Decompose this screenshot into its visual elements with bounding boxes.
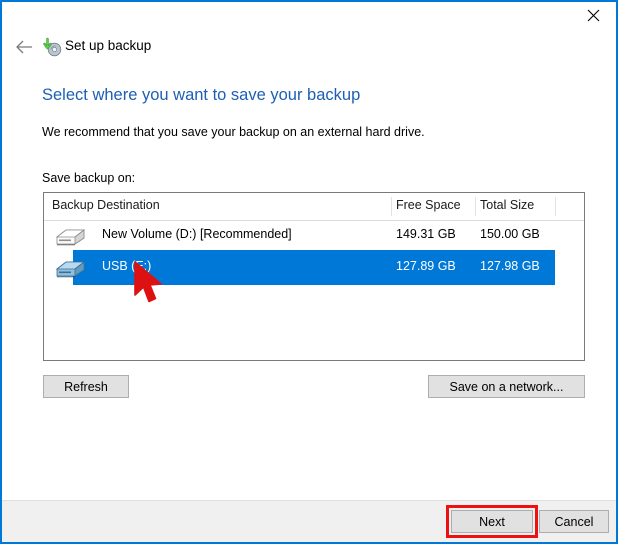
back-button[interactable] (12, 35, 36, 59)
window-title: Set up backup (65, 38, 152, 53)
dialog-footer: Next Cancel (2, 500, 616, 542)
drive-name: USB (E:) (102, 259, 152, 273)
usb-drive-icon (53, 257, 87, 279)
table-row[interactable]: New Volume (D:) [Recommended] 149.31 GB … (44, 221, 584, 251)
refresh-button[interactable]: Refresh (43, 375, 129, 398)
drive-free-space: 149.31 GB (396, 227, 456, 241)
save-backup-on-label: Save backup on: (42, 171, 136, 185)
hard-drive-icon (53, 225, 87, 247)
cancel-button[interactable]: Cancel (539, 510, 609, 533)
backup-destination-list[interactable]: Backup Destination Free Space Total Size… (43, 192, 585, 361)
table-row[interactable]: USB (E:) 127.89 GB 127.98 GB (44, 250, 584, 280)
column-separator (391, 197, 392, 216)
back-arrow-icon (16, 40, 32, 54)
drive-total-size: 150.00 GB (480, 227, 540, 241)
setup-backup-dialog: Set up backup Select where you want to s… (0, 0, 618, 544)
title-bar (2, 2, 616, 28)
close-icon (587, 9, 599, 21)
column-header-destination[interactable]: Backup Destination (52, 198, 160, 212)
save-on-network-button[interactable]: Save on a network... (428, 375, 585, 398)
drive-free-space: 127.89 GB (396, 259, 456, 273)
drive-total-size: 127.98 GB (480, 259, 540, 273)
column-separator (555, 197, 556, 216)
column-header-total-size[interactable]: Total Size (480, 198, 534, 212)
list-header-row: Backup Destination Free Space Total Size (44, 193, 584, 221)
backup-disk-icon (42, 37, 62, 57)
page-title: Select where you want to save your backu… (42, 86, 361, 104)
drive-name: New Volume (D:) [Recommended] (102, 227, 292, 241)
next-button[interactable]: Next (451, 510, 533, 533)
column-header-free-space[interactable]: Free Space (396, 198, 461, 212)
navigation-row: Set up backup (2, 32, 616, 62)
close-button[interactable] (570, 2, 616, 28)
recommendation-text: We recommend that you save your backup o… (42, 125, 425, 139)
column-separator (475, 197, 476, 216)
